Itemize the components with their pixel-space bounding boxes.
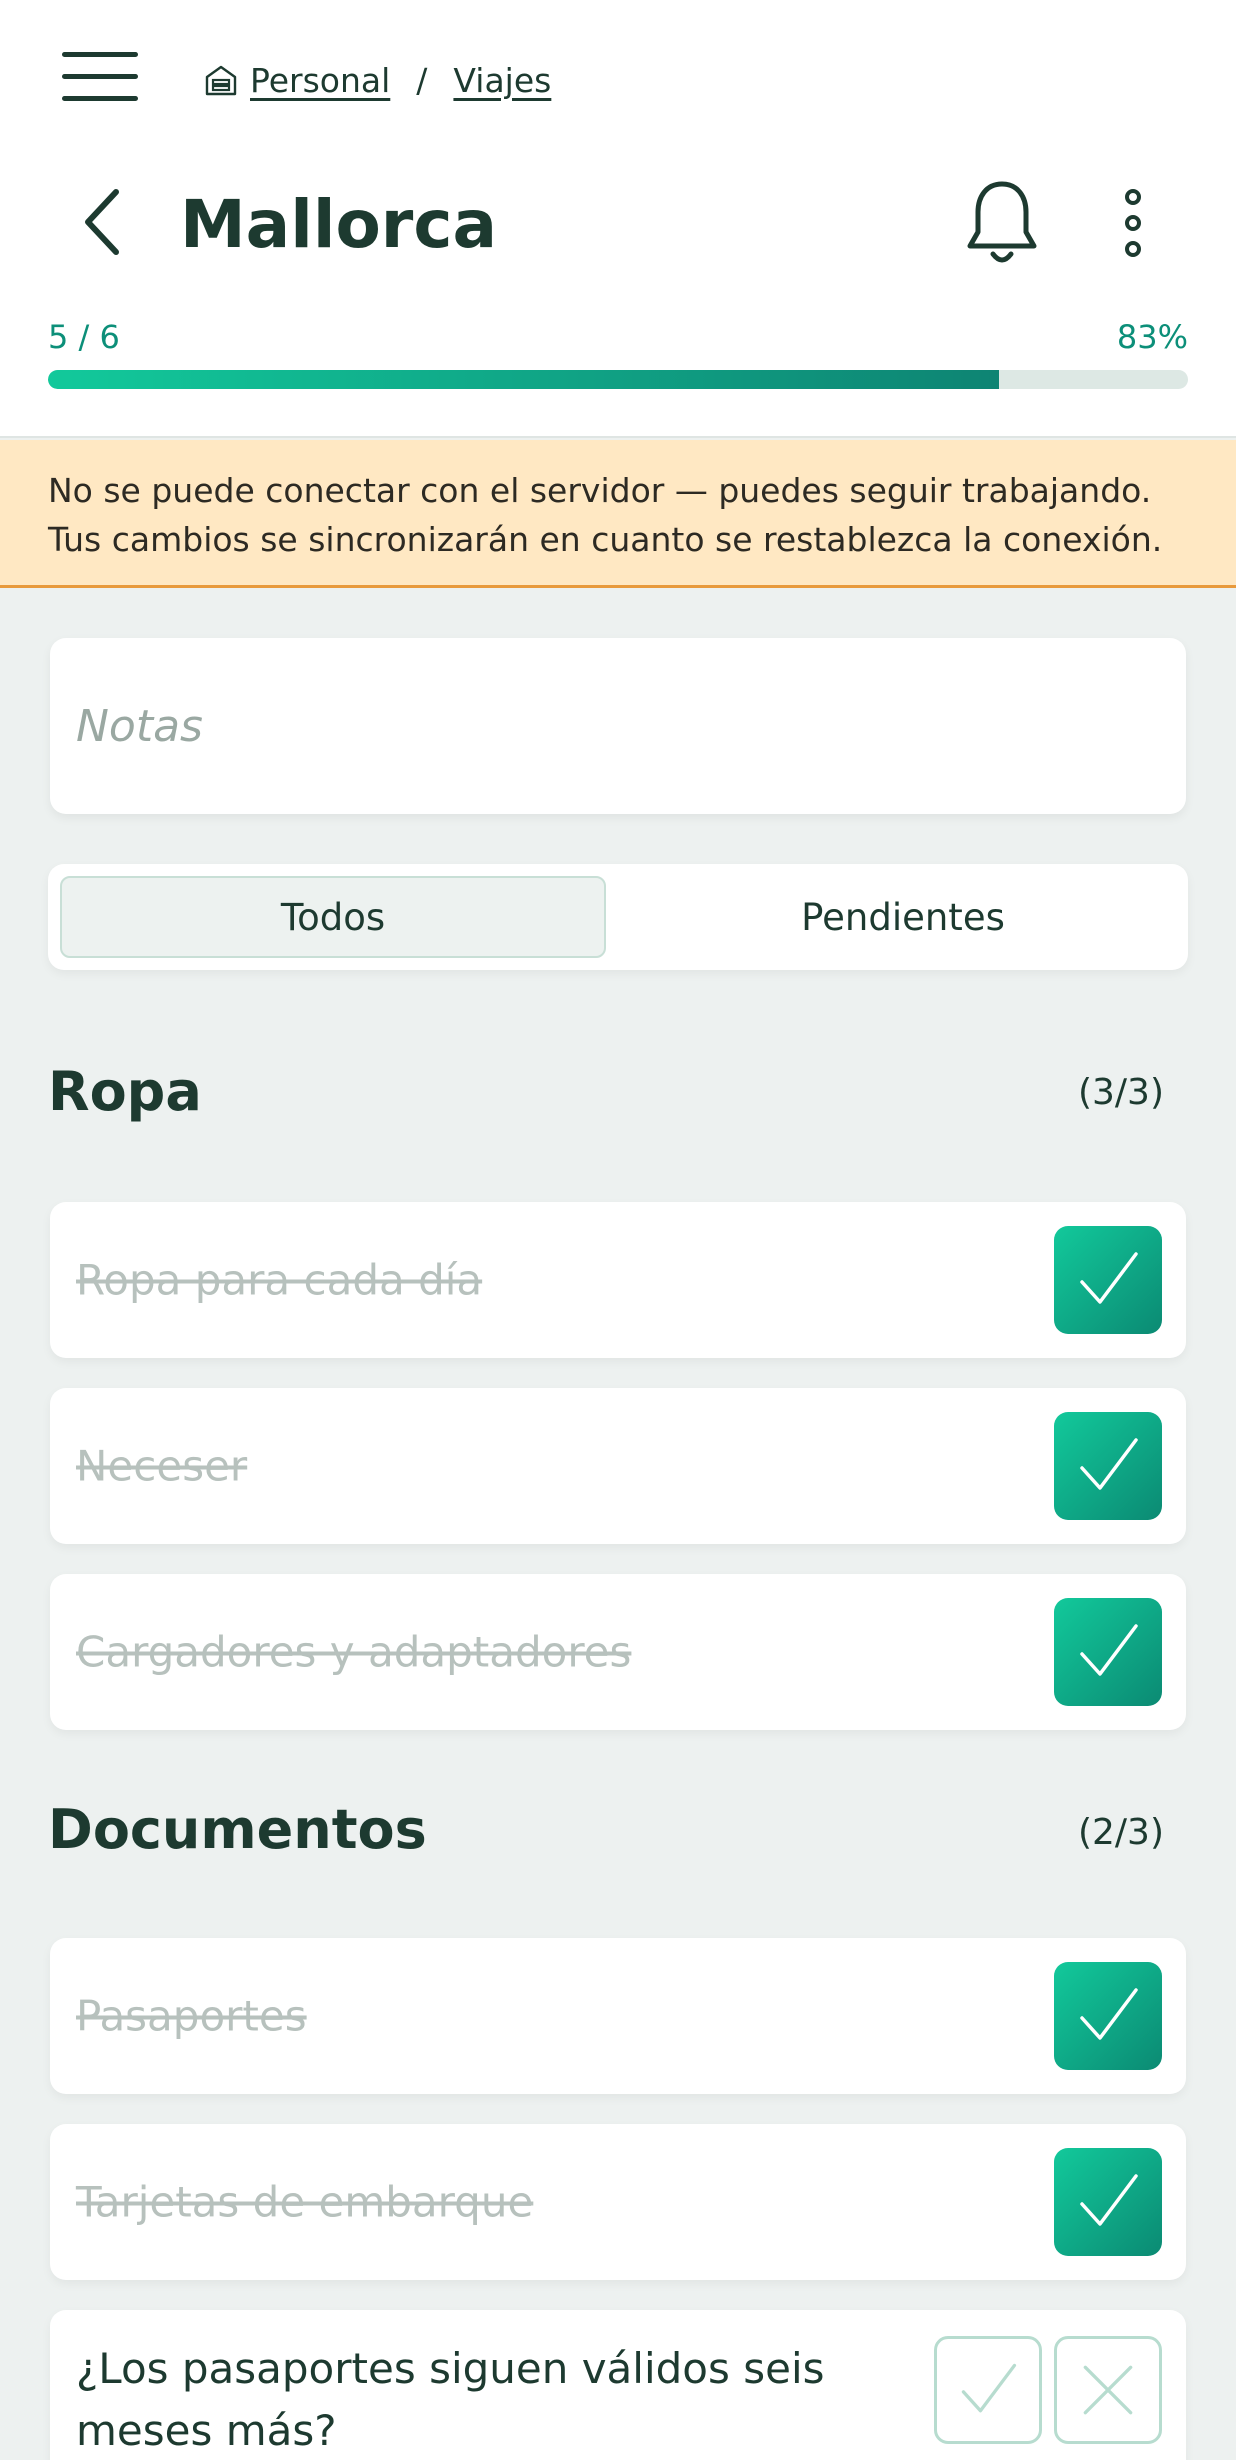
check-icon [1080,1438,1138,1490]
check-icon [1080,1988,1138,2040]
list-item: Tarjetas de embarque [50,2124,1186,2280]
breadcrumb: Personal / Viajes [204,56,551,104]
top-bar: Personal / Viajes Mallorca 5 / 6 83% [0,0,1236,438]
section-count-documentos: (2/3) [1077,1812,1164,1853]
bell-icon[interactable] [964,178,1040,270]
notes-input[interactable] [50,638,1186,814]
breadcrumb-link-viajes[interactable]: Viajes [453,61,551,100]
question-text: ¿Los pasaportes siguen válidos seis mese… [76,2344,825,2455]
progress-count: 5 / 6 [48,318,120,356]
list-item: Neceser [50,1388,1186,1544]
item-label: Cargadores y adaptadores [76,1627,632,1677]
close-icon [1083,2365,1133,2415]
item-label: Ropa para cada día [76,1255,483,1305]
list-item: Cargadores y adaptadores [50,1574,1186,1730]
notes-card [50,638,1186,814]
section-title-documentos: Documentos [48,1798,427,1861]
check-icon [1080,2174,1138,2226]
list-item: Ropa para cada día [50,1202,1186,1358]
answer-no-button[interactable] [1054,2336,1162,2444]
more-vertical-icon[interactable] [1112,188,1154,258]
question-item: ¿Los pasaportes siguen válidos seis mese… [50,2310,1186,2460]
breadcrumb-link-personal[interactable]: Personal [250,61,390,100]
page-title: Mallorca [180,186,498,263]
offline-warning-banner: No se puede conectar con el servidor — p… [0,440,1236,588]
item-checkbox[interactable] [1054,1598,1162,1706]
item-checkbox[interactable] [1054,1962,1162,2070]
list-item: Pasaportes [50,1938,1186,2094]
home-icon [205,65,237,96]
check-icon [1080,1252,1138,1304]
item-checkbox[interactable] [1054,2148,1162,2256]
chevron-left-icon[interactable] [78,186,128,258]
filter-segmented-control: Todos Pendientes [48,864,1188,970]
item-label: Pasaportes [76,1991,307,2041]
item-checkbox[interactable] [1054,1226,1162,1334]
progress-bar-fill [48,370,999,389]
item-label: Neceser [76,1441,248,1491]
check-icon [1080,1624,1138,1676]
hamburger-menu-icon[interactable] [62,50,140,104]
filter-tab-todos[interactable]: Todos [60,876,606,958]
item-label: Tarjetas de embarque [76,2177,534,2227]
item-checkbox[interactable] [1054,1412,1162,1520]
section-title-ropa: Ropa [48,1060,202,1123]
progress-bar [48,370,1188,389]
section-count-ropa: (3/3) [1077,1072,1164,1113]
check-icon [961,2363,1017,2413]
progress-percent: 83% [1116,318,1188,356]
breadcrumb-separator: / [416,60,428,100]
answer-yes-button[interactable] [934,2336,1042,2444]
filter-tab-pendientes[interactable]: Pendientes [630,876,1176,958]
